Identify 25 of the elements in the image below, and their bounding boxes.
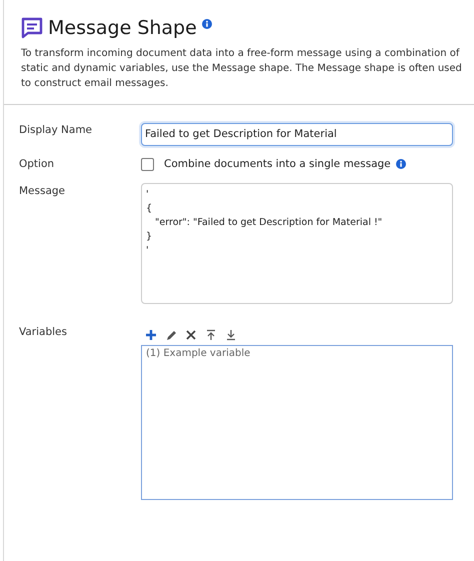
checkbox-label: Combine documents into a single message [164,158,391,170]
message-line: ' [146,244,150,258]
variables-list[interactable]: (1) Example variable [141,344,453,500]
pencil-icon[interactable] [165,328,177,340]
add-icon[interactable] [145,328,157,340]
list-item[interactable]: (1) Example variable [146,348,448,358]
move-bottom-icon[interactable] [225,328,237,340]
message-line: "error": "Failed to get Description for Material !" [154,216,384,230]
description: To transform incoming document data into a free-form message using a combination of static and dynamic variables, use the Message shape. The Message shape is often used to construct email messages. [21,47,463,91]
field-label: Option [19,158,56,170]
field-label: Message [19,184,66,198]
info-icon[interactable] [396,159,406,169]
page-title: Message Shape [48,17,197,39]
message-line: { [146,202,154,216]
delete-icon[interactable] [185,328,197,340]
checkbox[interactable] [141,158,154,170]
field-label: Variables [19,324,68,340]
input-field[interactable]: Failed to get Description for Material [141,122,453,146]
info-icon[interactable] [202,19,212,29]
move-top-icon[interactable] [205,328,217,340]
message-line: ' [146,188,150,202]
message-field[interactable]: ' { "error": "Failed to get Description for Material !" } ' [141,182,453,304]
message-icon [21,17,43,39]
field-label: Display Name [19,123,94,138]
message-line: } [146,230,154,244]
